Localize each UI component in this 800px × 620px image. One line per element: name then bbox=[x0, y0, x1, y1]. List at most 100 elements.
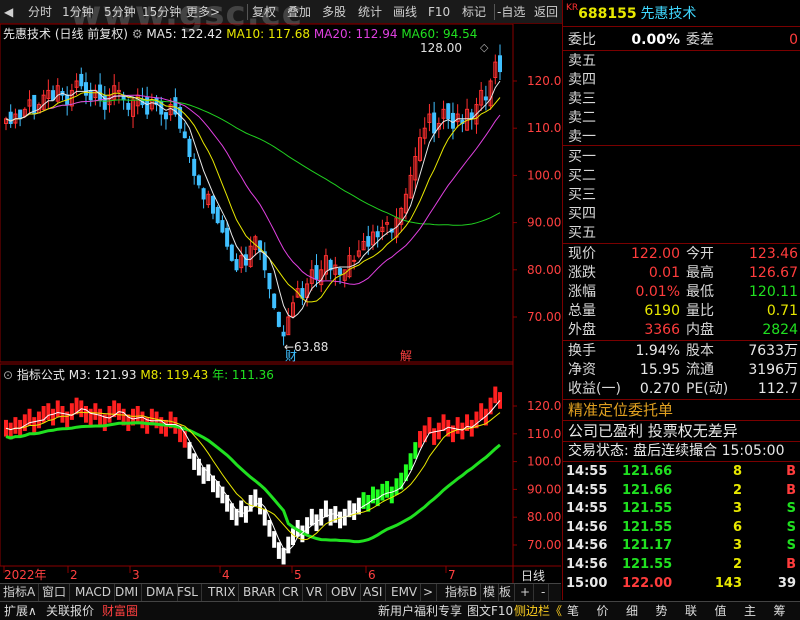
promo-banner[interactable]: 精准定位委托单 bbox=[568, 400, 798, 420]
candle-body bbox=[498, 55, 502, 73]
sell-level-4: 卖四 bbox=[568, 70, 798, 90]
tick-volume: 3 bbox=[732, 538, 742, 554]
stat-value: 120.11 bbox=[749, 284, 798, 300]
side-tab[interactable]: 主 bbox=[744, 603, 756, 620]
tick-direction: B bbox=[786, 464, 796, 479]
stat-label: 量比 bbox=[686, 303, 714, 319]
indicator-tabs: 指标A 窗口 MACD DMI DMA FSL TRIX BRAR CR VR … bbox=[0, 583, 561, 601]
toolbar-item-fuquan[interactable]: 复权 bbox=[252, 3, 276, 21]
f10-button[interactable]: 图文F10 bbox=[467, 603, 513, 620]
toolbar-item-overlay[interactable]: 叠加 bbox=[287, 3, 311, 21]
toolbar-item-5min[interactable]: 5分钟 bbox=[104, 3, 136, 21]
tab-emv[interactable]: EMV bbox=[388, 584, 422, 601]
high-arrow-icon: ◇ bbox=[480, 41, 489, 54]
tab-dma[interactable]: DMA bbox=[143, 584, 178, 601]
toolbar-back-icon[interactable]: ◀ bbox=[4, 3, 13, 21]
trade-status-text: 交易状态: 盘后连续撮合 15:05:00 bbox=[568, 443, 785, 459]
toolbar-item-f10[interactable]: F10 bbox=[428, 3, 450, 21]
y-tick-label: 70.00 bbox=[527, 538, 561, 552]
tab-brar[interactable]: BRAR bbox=[240, 584, 280, 601]
side-tab[interactable]: 细 bbox=[626, 603, 638, 620]
indicator-bar bbox=[135, 406, 140, 423]
toolbar-item-1min[interactable]: 1分钟 bbox=[62, 3, 94, 21]
x-tick-label: 6 bbox=[368, 568, 376, 582]
toolbar-item-stats[interactable]: 统计 bbox=[358, 3, 382, 21]
tab-indicator-b[interactable]: 指标B bbox=[442, 584, 482, 601]
x-tick-label: 4 bbox=[222, 568, 230, 582]
tick-volume: 2 bbox=[732, 482, 742, 498]
y-tick-label: 80.00 bbox=[527, 263, 561, 277]
tab-macd[interactable]: MACD bbox=[72, 584, 115, 601]
toolbar-item-return[interactable]: 返回 bbox=[534, 3, 558, 21]
side-tab[interactable]: 值 bbox=[715, 603, 727, 620]
toolbar-item-intraday[interactable]: 分时 bbox=[28, 3, 52, 21]
year-label: 年: 111.36 bbox=[212, 368, 274, 382]
tab-indicator-a[interactable]: 指标A bbox=[0, 584, 40, 601]
stat-label: 今开 bbox=[686, 246, 714, 262]
y-tick-label: 90.00 bbox=[527, 216, 561, 230]
side-tab[interactable]: 筹 bbox=[774, 603, 786, 620]
indicator-legend: ⊙ 指标公式 M3: 121.93 M8: 119.43 年: 111.36 bbox=[3, 366, 274, 383]
side-tab[interactable]: 势 bbox=[656, 603, 668, 620]
tab-vr[interactable]: VR bbox=[303, 584, 327, 601]
side-tab[interactable]: 笔 bbox=[567, 603, 579, 620]
tick-price: 121.55 bbox=[622, 557, 673, 572]
stat-label: 换手 bbox=[568, 343, 596, 359]
stat-value: 3196万 bbox=[748, 362, 798, 378]
sell-level-2: 卖二 bbox=[568, 108, 798, 128]
stat2-row: 收益(一) 0.270 PE(动) 112.7 bbox=[568, 379, 798, 399]
ma20-label: MA20: 112.94 bbox=[313, 27, 398, 41]
zoom-out-button[interactable]: - bbox=[538, 584, 550, 601]
tab-fsl[interactable]: FSL bbox=[174, 584, 202, 601]
chart-settings-icon[interactable]: ⚙ bbox=[132, 27, 143, 41]
indicator-bar bbox=[239, 500, 244, 518]
tab-obv[interactable]: OBV bbox=[328, 584, 361, 601]
expand-button[interactable]: 扩展∧ bbox=[4, 603, 37, 620]
new-user-promo[interactable]: 新用户福利专享 bbox=[378, 603, 462, 620]
indicator-bar bbox=[253, 489, 258, 507]
candle-body bbox=[215, 207, 220, 224]
indicator-bar bbox=[328, 508, 333, 526]
tab-cr[interactable]: CR bbox=[279, 584, 303, 601]
side-tab[interactable]: 价 bbox=[597, 603, 609, 620]
candle-body bbox=[51, 90, 56, 101]
period-label[interactable]: 日线 bbox=[521, 567, 545, 584]
tick-time: 14:56 bbox=[566, 557, 608, 572]
company-info: 公司已盈利 投票权无差异 bbox=[568, 421, 798, 441]
tab-dmi[interactable]: DMI bbox=[112, 584, 143, 601]
candle-body bbox=[338, 268, 343, 276]
indicator-bar bbox=[13, 417, 18, 434]
company-info-text: 公司已盈利 投票权无差异 bbox=[568, 422, 738, 440]
indicator-bar bbox=[88, 408, 93, 426]
toolbar-item-draw[interactable]: 画线 bbox=[393, 3, 417, 21]
trade-status: 交易状态: 盘后连续撮合 15:05:00 bbox=[568, 441, 798, 461]
candle-body bbox=[446, 103, 451, 120]
sidebar-toggle[interactable]: 侧边栏《 bbox=[514, 603, 562, 620]
tab-asi[interactable]: ASI bbox=[360, 584, 387, 601]
indicator-bar bbox=[338, 511, 343, 529]
stat-label: 最低 bbox=[686, 284, 714, 300]
tab-trix[interactable]: TRIX bbox=[205, 584, 240, 601]
tab-window[interactable]: 窗口 bbox=[39, 584, 71, 601]
toolbar-item-watchlist[interactable]: -自选 bbox=[497, 3, 525, 21]
toolbar-item-more[interactable]: 更多> bbox=[186, 3, 220, 21]
toolbar-item-mark[interactable]: 标记 bbox=[462, 3, 486, 21]
y-tick-label: 90.00 bbox=[527, 482, 561, 496]
zoom-in-button[interactable]: + bbox=[517, 584, 535, 601]
candle-body bbox=[83, 82, 88, 96]
candle-body bbox=[276, 311, 281, 327]
stock-code: 688155 bbox=[578, 6, 637, 22]
candle-body bbox=[483, 96, 488, 101]
toolbar-item-15min[interactable]: 15分钟 bbox=[142, 3, 181, 21]
tab-more-arrow[interactable]: > bbox=[420, 584, 438, 601]
tab-template-2[interactable]: 板 bbox=[496, 584, 516, 601]
related-quote-button[interactable]: 关联报价 bbox=[46, 603, 94, 620]
indicator-collapse-icon[interactable]: ⊙ bbox=[3, 368, 13, 382]
wealth-circle-button[interactable]: 财富圈 bbox=[102, 603, 138, 620]
toolbar-item-multi[interactable]: 多股 bbox=[322, 3, 346, 21]
side-tab[interactable]: 联 bbox=[685, 603, 697, 620]
y-tick-label: 120.0 bbox=[527, 399, 561, 413]
indicator-name[interactable]: 指标公式 bbox=[17, 368, 65, 382]
kline-chart[interactable]: 120.0 110.0 100.0 90.00 80.00 70.00 120.0 110.0… bbox=[0, 24, 561, 586]
indicator-bar bbox=[98, 408, 103, 426]
